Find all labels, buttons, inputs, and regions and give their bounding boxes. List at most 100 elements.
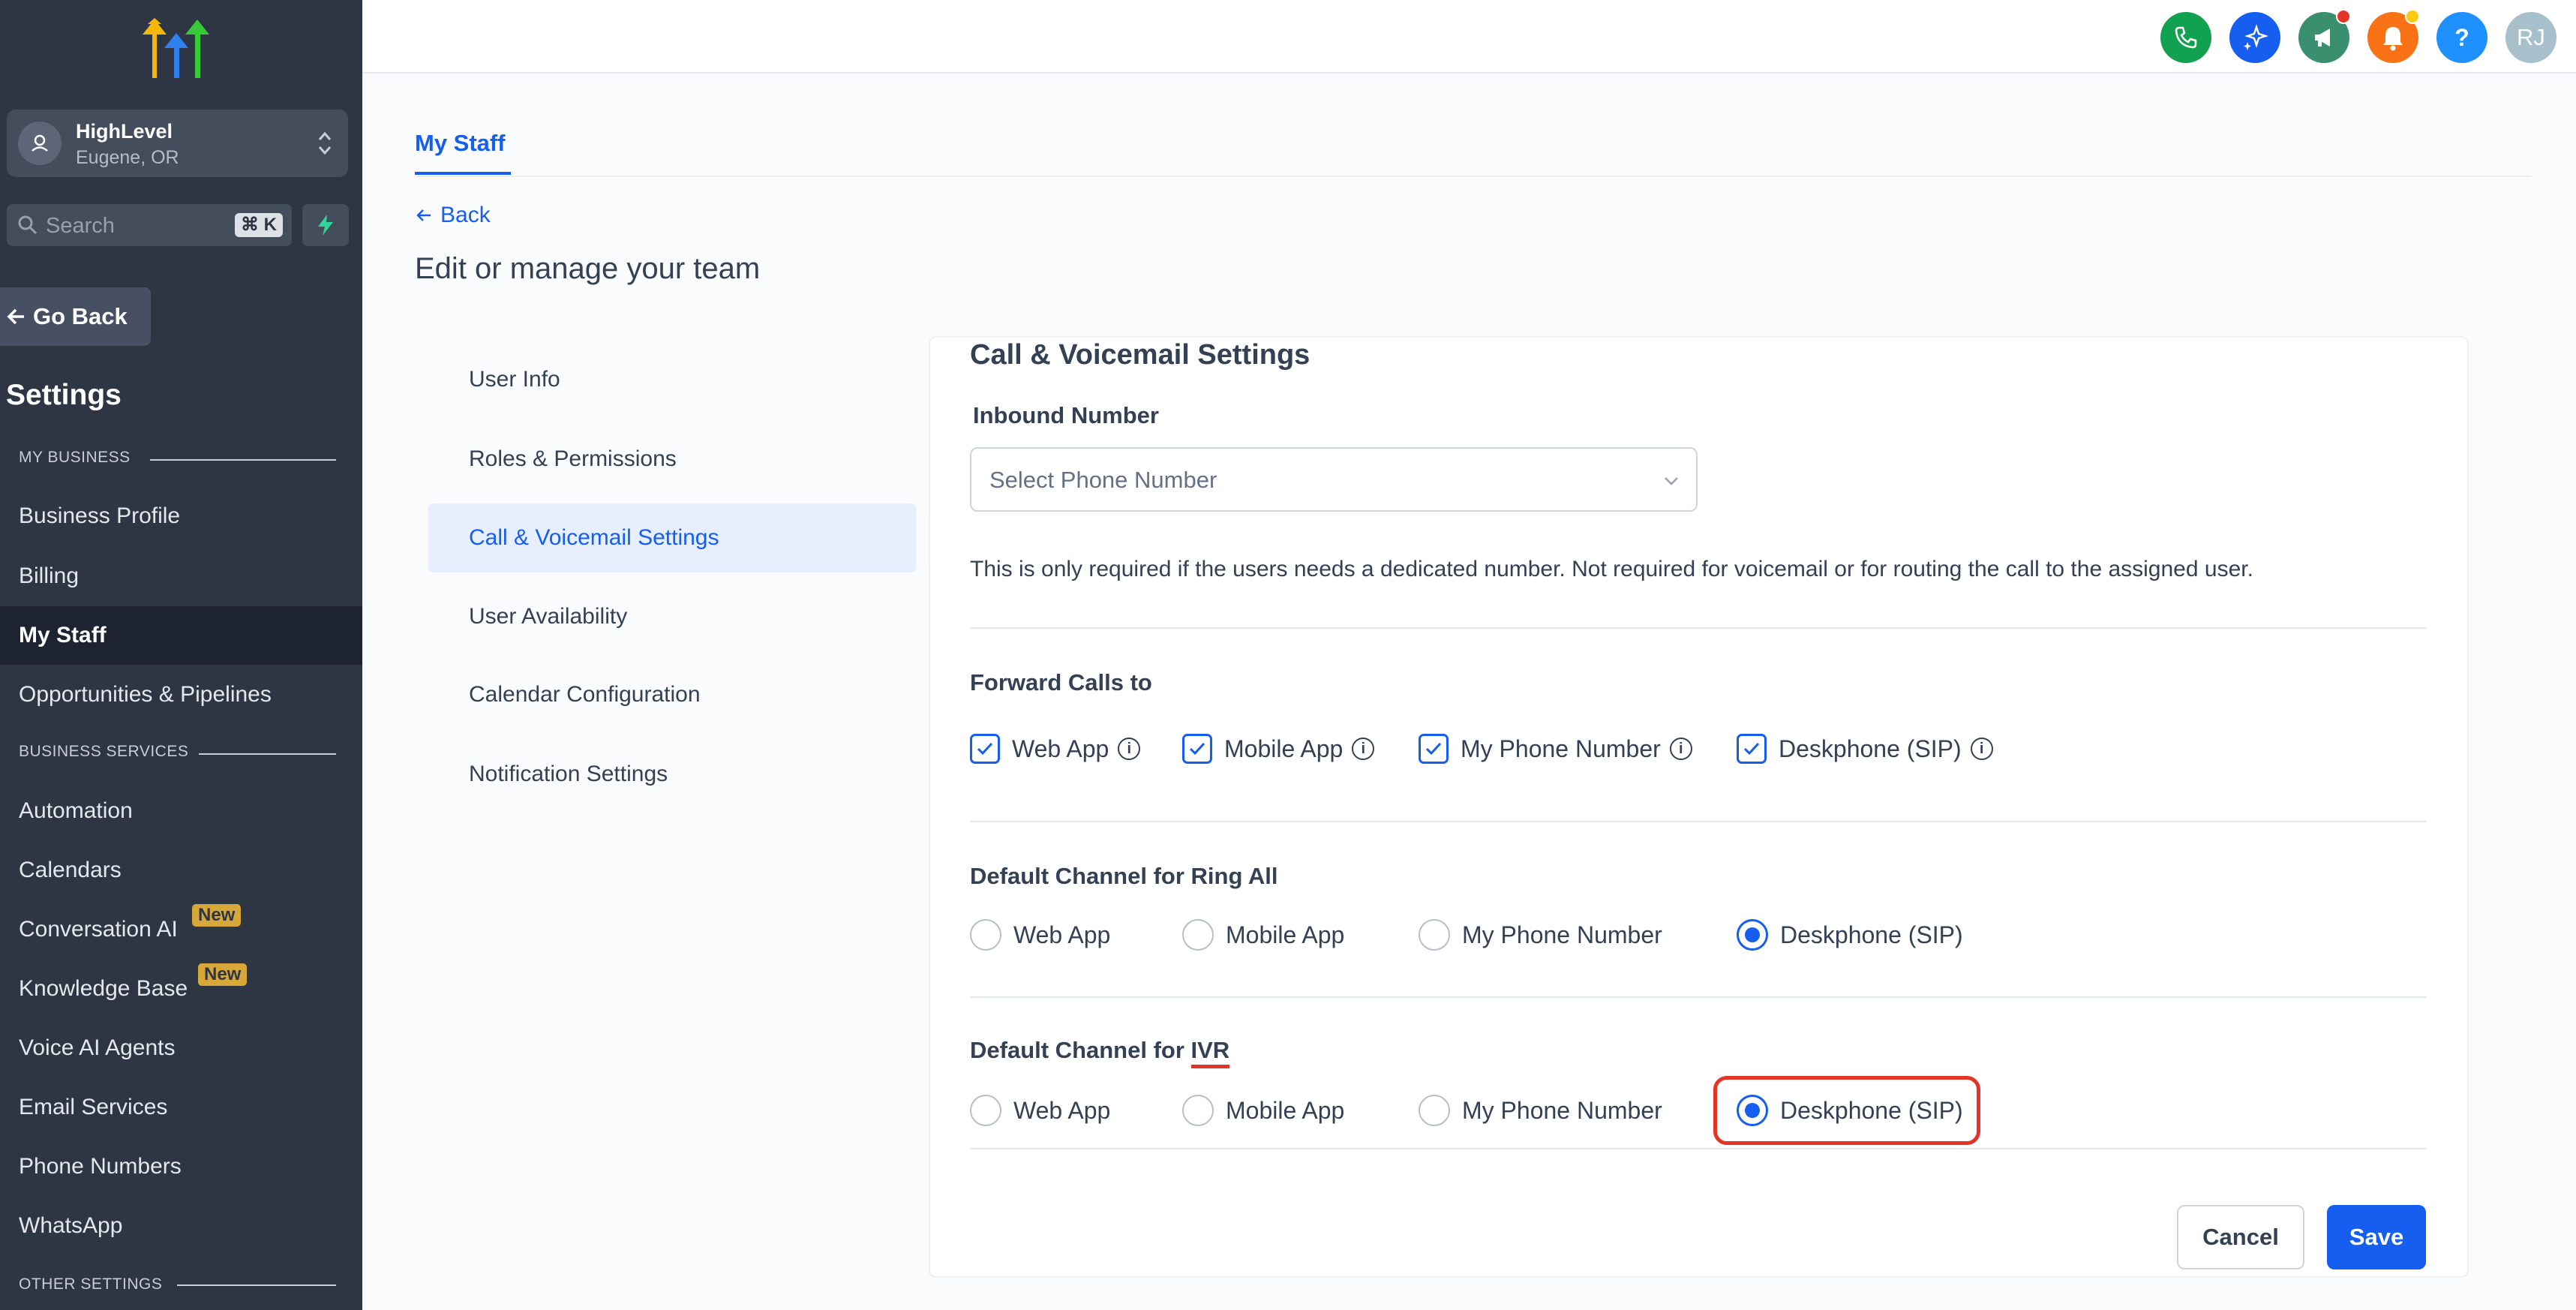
ring-all-my-phone-number[interactable]: My Phone Number <box>1419 917 1662 953</box>
info-icon[interactable]: i <box>1118 738 1141 760</box>
help-icon[interactable]: ? <box>2436 12 2487 63</box>
sidebar-item-email-services[interactable]: Email Services <box>0 1078 362 1137</box>
ivr-label: Default Channel for IVR <box>970 1037 1230 1068</box>
divider <box>199 753 336 755</box>
cancel-button[interactable]: Cancel <box>2177 1205 2304 1269</box>
sidebar-item-whatsapp[interactable]: WhatsApp <box>0 1197 362 1255</box>
option-label: Web App <box>1013 1096 1111 1124</box>
sidebar-item-label: WhatsApp <box>19 1213 123 1238</box>
megaphone-icon[interactable] <box>2298 9 2351 63</box>
inbound-helper-text: This is only required if the users needs… <box>970 557 2253 581</box>
sidebar-item-label: Phone Numbers <box>19 1154 182 1179</box>
subnav-label: User Info <box>469 367 560 392</box>
subnav-label: Roles & Permissions <box>469 446 677 471</box>
user-avatar[interactable]: RJ <box>2505 12 2556 63</box>
sidebar-item-automation[interactable]: Automation <box>0 782 362 840</box>
notification-dot <box>2336 9 2351 24</box>
new-badge: New <box>198 963 248 986</box>
check-icon <box>1425 742 1442 756</box>
lightning-icon <box>318 215 333 236</box>
radio-button[interactable] <box>970 1095 1001 1126</box>
ivr-label-prefix: Default Channel for <box>970 1037 1191 1063</box>
radio-button[interactable] <box>1419 919 1450 951</box>
radio-button[interactable] <box>970 919 1001 951</box>
sidebar-item-voice-ai-agents[interactable]: Voice AI Agents <box>0 1019 362 1077</box>
sidebar-item-label: Knowledge Base <box>19 976 188 1001</box>
subnav-label: Call & Voicemail Settings <box>469 525 719 550</box>
subnav-label: Notification Settings <box>469 762 668 786</box>
sidebar-item-opportunities[interactable]: Opportunities & Pipelines <box>0 666 362 724</box>
subnav-notification-settings[interactable]: Notification Settings <box>428 740 916 809</box>
back-link[interactable]: Back <box>415 203 491 228</box>
go-back-button[interactable]: Go Back <box>0 287 151 346</box>
web-app-checkbox[interactable] <box>970 734 1000 764</box>
divider <box>970 996 2427 998</box>
info-icon[interactable]: i <box>1669 738 1692 760</box>
divider <box>177 1284 336 1286</box>
sparkle-icon[interactable] <box>2229 12 2280 63</box>
sidebar-item-calendars[interactable]: Calendars <box>0 841 362 900</box>
divider <box>150 459 336 461</box>
divider <box>970 1148 2427 1149</box>
tab-my-staff[interactable]: My Staff <box>415 130 506 157</box>
call-voicemail-card: Call & Voicemail Settings Inbound Number… <box>929 336 2469 1278</box>
ring-all-web-app[interactable]: Web App <box>970 917 1110 953</box>
sidebar-item-business-profile[interactable]: Business Profile <box>0 487 362 545</box>
sidebar-item-label: Calendars <box>19 858 122 882</box>
forward-web-app[interactable]: Web App i <box>970 731 1141 767</box>
forward-my-phone-number[interactable]: My Phone Number i <box>1419 731 1692 767</box>
phone-icon[interactable] <box>2160 12 2211 63</box>
my-phone-number-checkbox[interactable] <box>1419 734 1449 764</box>
ivr-my-phone-number[interactable]: My Phone Number <box>1419 1092 1662 1128</box>
subnav-user-availability[interactable]: User Availability <box>428 582 916 651</box>
option-label: Deskphone (SIP) <box>1780 921 1963 948</box>
sidebar-item-my-staff[interactable]: My Staff <box>0 606 362 665</box>
card-title: Call & Voicemail Settings <box>970 339 1311 371</box>
inbound-number-select[interactable]: Select Phone Number <box>970 447 1698 512</box>
sidebar: HighLevel Eugene, OR Search ⌘ K Go Back … <box>0 0 362 1310</box>
option-label: My Phone Number <box>1462 921 1662 948</box>
option-label: Web App <box>1012 735 1109 762</box>
subnav-label: User Availability <box>469 604 628 629</box>
settings-title: Settings <box>6 379 122 411</box>
sidebar-item-billing[interactable]: Billing <box>0 547 362 605</box>
forward-deskphone-sip[interactable]: Deskphone (SIP) i <box>1737 731 1993 767</box>
go-back-label: Go Back <box>33 303 128 329</box>
sidebar-item-label: Billing <box>19 563 80 588</box>
sidebar-item-conversation-ai[interactable]: Conversation AI <box>0 900 362 959</box>
sidebar-item-knowledge-base[interactable]: Knowledge Base <box>0 960 362 1018</box>
subnav-roles-permissions[interactable]: Roles & Permissions <box>428 425 916 494</box>
mobile-app-checkbox[interactable] <box>1182 734 1212 764</box>
info-icon[interactable]: i <box>1970 738 1993 760</box>
ivr-mobile-app[interactable]: Mobile App <box>1182 1092 1344 1128</box>
forward-mobile-app[interactable]: Mobile App i <box>1182 731 1375 767</box>
help-glyph: ? <box>2454 23 2469 51</box>
account-switcher[interactable]: HighLevel Eugene, OR <box>7 110 348 177</box>
subnav-call-voicemail[interactable]: Call & Voicemail Settings <box>428 503 916 572</box>
deskphone-checkbox[interactable] <box>1737 734 1767 764</box>
divider <box>970 627 2427 629</box>
main-content: My Staff Back Edit or manage your team U… <box>362 74 2576 1310</box>
info-icon[interactable]: i <box>1352 738 1375 760</box>
radio-button[interactable] <box>1182 919 1214 951</box>
ivr-web-app[interactable]: Web App <box>970 1092 1110 1128</box>
radio-button-selected[interactable] <box>1737 919 1768 951</box>
quick-actions-button[interactable] <box>302 204 349 246</box>
sidebar-item-phone-numbers[interactable]: Phone Numbers <box>0 1137 362 1196</box>
search-input[interactable]: Search ⌘ K <box>7 204 292 246</box>
subnav-user-info[interactable]: User Info <box>428 345 916 414</box>
subnav-calendar-configuration[interactable]: Calendar Configuration <box>428 660 916 729</box>
ring-all-deskphone-sip[interactable]: Deskphone (SIP) <box>1737 917 1963 953</box>
notification-dot <box>2405 9 2420 24</box>
bell-icon[interactable] <box>2367 9 2420 63</box>
new-badge: New <box>192 904 242 927</box>
section-business-services: BUSINESS SERVICES <box>19 743 189 760</box>
ring-all-mobile-app[interactable]: Mobile App <box>1182 917 1344 953</box>
radio-button[interactable] <box>1182 1095 1214 1126</box>
radio-button[interactable] <box>1419 1095 1450 1126</box>
sidebar-item-label: Opportunities & Pipelines <box>19 682 272 707</box>
account-location: Eugene, OR <box>76 147 179 168</box>
save-button[interactable]: Save <box>2327 1205 2426 1269</box>
annotation-highlight <box>1713 1076 1980 1145</box>
app-logo[interactable] <box>139 17 214 84</box>
